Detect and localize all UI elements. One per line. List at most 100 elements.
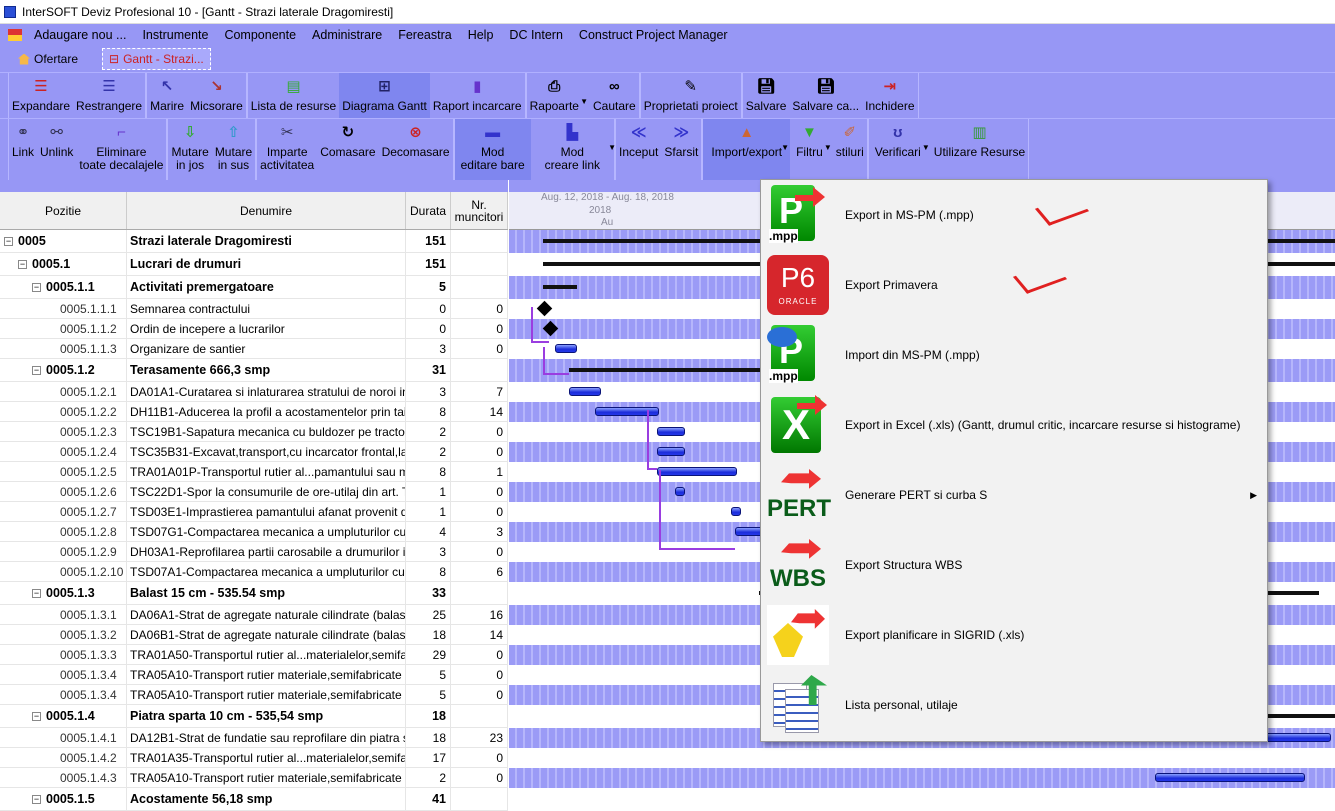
cell-muncitori[interactable]: 0 <box>451 665 508 684</box>
cell-durata[interactable]: 3 <box>406 542 451 561</box>
cell-muncitori[interactable]: 0 <box>451 422 508 441</box>
cell-muncitori[interactable] <box>451 788 508 810</box>
split-activity-button[interactable]: ✂ Imparte activitatea <box>257 119 317 180</box>
menu-export-mpp[interactable]: P .mpp Export in MS-PM (.mpp) <box>761 180 1267 250</box>
cell-durata[interactable]: 33 <box>406 582 451 604</box>
table-row[interactable]: 0005.1.2.3 TSC19B1-Sapatura mecanica cu b… <box>0 422 508 442</box>
cell-pozitie[interactable]: −0005.1 <box>0 253 127 275</box>
menu-export-wbs[interactable]: WBS Export Structura WBS <box>761 530 1267 600</box>
cell-denumire[interactable]: DA06A1-Strat de agregate naturale cilind… <box>127 605 406 624</box>
unlink-button[interactable]: ⚯ Unlink <box>37 119 76 180</box>
menu-adaugare[interactable]: Adaugare nou ... <box>26 28 134 42</box>
cell-durata[interactable]: 29 <box>406 645 451 664</box>
cell-denumire[interactable]: TSD07G1-Compactarea mecanica a umpluturi… <box>127 522 406 541</box>
cell-muncitori[interactable]: 0 <box>451 685 508 704</box>
styles-button[interactable]: ✐ stiluri <box>833 119 867 180</box>
table-row[interactable]: −0005.1.5 Acostamente 56,18 smp 41 <box>0 788 508 811</box>
go-start-button[interactable]: ≪ Inceput <box>616 119 661 180</box>
cell-pozitie[interactable]: 0005.1.4.2 <box>0 748 127 767</box>
menu-export-sigrid[interactable]: Export planificare in SIGRID (.xls) <box>761 600 1267 670</box>
cell-pozitie[interactable]: 0005.1.1.2 <box>0 319 127 338</box>
cell-durata[interactable]: 5 <box>406 685 451 704</box>
edit-bars-mode-button[interactable]: ▬ Mod editare bare <box>454 119 531 180</box>
cell-durata[interactable]: 0 <box>406 319 451 338</box>
cell-pozitie[interactable]: −0005.1.4 <box>0 705 127 727</box>
cell-muncitori[interactable]: 0 <box>451 748 508 767</box>
cell-muncitori[interactable]: 16 <box>451 605 508 624</box>
cell-muncitori[interactable]: 0 <box>451 482 508 501</box>
cell-durata[interactable]: 18 <box>406 625 451 644</box>
cell-pozitie[interactable]: 0005.1.4.3 <box>0 768 127 787</box>
remove-lags-button[interactable]: ⌐ Eliminare toate decalajele <box>76 119 166 180</box>
cell-muncitori[interactable]: 0 <box>451 645 508 664</box>
table-row[interactable]: 0005.1.3.4 TRA05A10-Transport rutier mate… <box>0 665 508 685</box>
table-row[interactable]: 0005.1.2.8 TSD07G1-Compactarea mecanica a… <box>0 522 508 542</box>
cell-denumire[interactable]: Terasamente 666,3 smp <box>127 359 406 381</box>
cell-durata[interactable]: 151 <box>406 253 451 275</box>
cell-durata[interactable]: 25 <box>406 605 451 624</box>
resource-list-button[interactable]: ▤ Lista de resurse <box>248 73 339 118</box>
cell-durata[interactable]: 1 <box>406 482 451 501</box>
table-row[interactable]: −0005.1.1 Activitati premergatoare 5 <box>0 276 508 299</box>
cell-pozitie[interactable]: 0005.1.1.1 <box>0 299 127 318</box>
table-row[interactable]: 0005.1.2.10 TSD07A1-Compactarea mecanica … <box>0 562 508 582</box>
cell-muncitori[interactable]: 0 <box>451 339 508 358</box>
table-row[interactable]: 0005.1.4.1 DA12B1-Strat de fundatie sau r… <box>0 728 508 748</box>
cell-denumire[interactable]: Balast 15 cm - 535.54 smp <box>127 582 406 604</box>
cell-muncitori[interactable]: 0 <box>451 502 508 521</box>
cell-denumire[interactable]: Activitati premergatoare <box>127 276 406 298</box>
table-row[interactable]: 0005.1.2.7 TSD03E1-Imprastierea pamantulu… <box>0 502 508 522</box>
cell-durata[interactable]: 2 <box>406 422 451 441</box>
collapse-toggle-icon[interactable]: − <box>32 365 41 375</box>
cell-denumire[interactable]: TSC22D1-Spor la consumurile de ore-utila… <box>127 482 406 501</box>
cell-durata[interactable]: 5 <box>406 276 451 298</box>
task-bar[interactable] <box>1155 773 1305 782</box>
chevron-down-icon[interactable]: ▼ <box>922 141 930 154</box>
menu-help[interactable]: Help <box>460 28 502 42</box>
cell-pozitie[interactable]: −0005 <box>0 230 127 252</box>
cell-denumire[interactable]: TRA05A10-Transport rutier materiale,semi… <box>127 665 406 684</box>
cell-denumire[interactable]: DA01A1-Curatarea si inlaturarea stratulu… <box>127 382 406 401</box>
collapse-toggle-icon[interactable]: − <box>32 588 41 598</box>
cell-pozitie[interactable]: 0005.1.2.3 <box>0 422 127 441</box>
cell-muncitori[interactable]: 14 <box>451 625 508 644</box>
cell-durata[interactable]: 5 <box>406 665 451 684</box>
table-row[interactable]: 0005.1.3.2 DA06B1-Strat de agregate natur… <box>0 625 508 645</box>
collapse-toggle-icon[interactable]: − <box>32 794 41 804</box>
collapse-toggle-icon[interactable]: − <box>32 282 41 292</box>
cell-pozitie[interactable]: 0005.1.2.7 <box>0 502 127 521</box>
table-row[interactable]: 0005.1.3.3 TRA01A50-Transportul rutier al… <box>0 645 508 665</box>
table-row[interactable]: −0005.1.4 Piatra sparta 10 cm - 535,54 sm… <box>0 705 508 728</box>
cell-denumire[interactable]: TSD03E1-Imprastierea pamantului afanat p… <box>127 502 406 521</box>
resource-usage-button[interactable]: ▥ Utilizare Resurse <box>931 119 1028 180</box>
cell-pozitie[interactable]: 0005.1.2.4 <box>0 442 127 461</box>
col-header-muncitori[interactable]: Nr. muncitori <box>451 192 508 229</box>
table-row[interactable]: 0005.1.2.9 DH03A1-Reprofilarea partii car… <box>0 542 508 562</box>
cell-muncitori[interactable] <box>451 230 508 252</box>
menu-export-primavera[interactable]: P6 ORACLE Export Primavera <box>761 250 1267 320</box>
cell-pozitie[interactable]: 0005.1.3.3 <box>0 645 127 664</box>
cell-pozitie[interactable]: 0005.1.2.6 <box>0 482 127 501</box>
cell-pozitie[interactable]: 0005.1.3.4 <box>0 665 127 684</box>
cell-pozitie[interactable]: 0005.1.2.10 <box>0 562 127 581</box>
cell-pozitie[interactable]: 0005.1.3.2 <box>0 625 127 644</box>
go-end-button[interactable]: ≫ Sfarsit <box>661 119 701 180</box>
cell-denumire[interactable]: DH03A1-Reprofilarea partii carosabile a … <box>127 542 406 561</box>
task-bar[interactable] <box>569 387 601 396</box>
cell-durata[interactable]: 8 <box>406 462 451 481</box>
cell-pozitie[interactable]: 0005.1.3.4 <box>0 685 127 704</box>
menu-generate-pert[interactable]: PERT Generare PERT si curba S ▶ <box>761 460 1267 530</box>
cell-denumire[interactable]: TRA01A50-Transportul rutier al...materia… <box>127 645 406 664</box>
cell-muncitori[interactable]: 3 <box>451 522 508 541</box>
task-bar[interactable] <box>657 447 685 456</box>
cell-durata[interactable]: 18 <box>406 705 451 727</box>
cell-durata[interactable]: 8 <box>406 562 451 581</box>
summary-bar[interactable] <box>543 285 577 289</box>
summary-bar[interactable] <box>569 368 769 372</box>
cell-denumire[interactable]: TSD07A1-Compactarea mecanica a umpluturi… <box>127 562 406 581</box>
create-link-mode-button[interactable]: ▙ Mod creare link ▼ <box>531 119 616 180</box>
table-row[interactable]: −0005.1.2 Terasamente 666,3 smp 31 <box>0 359 508 382</box>
cell-durata[interactable]: 0 <box>406 299 451 318</box>
cell-durata[interactable]: 3 <box>406 339 451 358</box>
collapse-toggle-icon[interactable]: − <box>18 259 27 269</box>
